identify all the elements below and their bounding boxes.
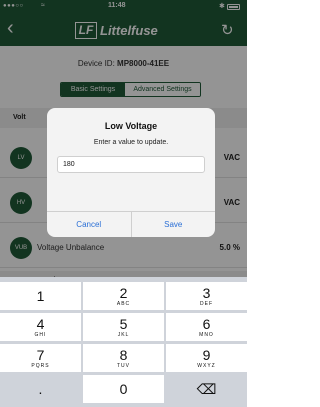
key-letters: JKL [117, 331, 130, 338]
key-0[interactable]: 0 [83, 375, 164, 403]
key-number: 5 [119, 315, 128, 332]
key-letters: ABC [116, 300, 131, 307]
key-5[interactable]: 5 JKL [83, 313, 164, 341]
key-number: 3 [202, 284, 211, 301]
save-button[interactable]: Save [132, 212, 216, 237]
key-number: 4 [36, 315, 45, 332]
key-number: 1 [36, 287, 45, 304]
key-2[interactable]: 2 ABC [83, 282, 164, 310]
key-letters: DEF [200, 300, 213, 307]
key-number: 6 [202, 315, 211, 332]
key-number: 2 [119, 284, 128, 301]
key-number: ⌫ [196, 381, 217, 397]
key-4[interactable]: 4 GHI [0, 313, 81, 341]
key-letters: WXYZ [197, 362, 216, 369]
key-number: 9 [202, 346, 211, 363]
dialog-title: Low Voltage [104, 121, 158, 131]
key-number: 7 [36, 346, 45, 363]
value-input[interactable]: 180 [57, 156, 205, 173]
dialog-actions: Cancel Save [47, 211, 215, 237]
key-letters: TUV [117, 362, 130, 369]
dialog-message: Enter a value to update. [93, 139, 169, 146]
key-9[interactable]: 9 WXYZ [166, 344, 247, 372]
key-decimal[interactable]: . [0, 375, 81, 403]
key-number: 0 [119, 381, 128, 397]
key-number: . [38, 381, 43, 397]
key-number: 8 [119, 346, 128, 363]
key-letters: MNO [199, 331, 214, 338]
numeric-keypad: 1 2 ABC 3 DEF 4 GHI 5 JKL 6 MNO 7 PQRS 8 TUV 9W… [0, 277, 247, 407]
key-letters: PQRS [31, 362, 50, 369]
key-8[interactable]: 8 TUV [83, 344, 164, 372]
key-1[interactable]: 1 [0, 282, 81, 310]
key-letters: GHI [34, 331, 47, 338]
key-7[interactable]: 7 PQRS [0, 344, 81, 372]
key-6[interactable]: 6 MNO [166, 313, 247, 341]
low-voltage-dialog: Low Voltage Enter a value to update. 180… [47, 108, 215, 237]
key-3[interactable]: 3 DEF [166, 282, 247, 310]
cancel-button[interactable]: Cancel [47, 212, 132, 237]
backspace-icon[interactable]: ⌫ [166, 375, 247, 403]
